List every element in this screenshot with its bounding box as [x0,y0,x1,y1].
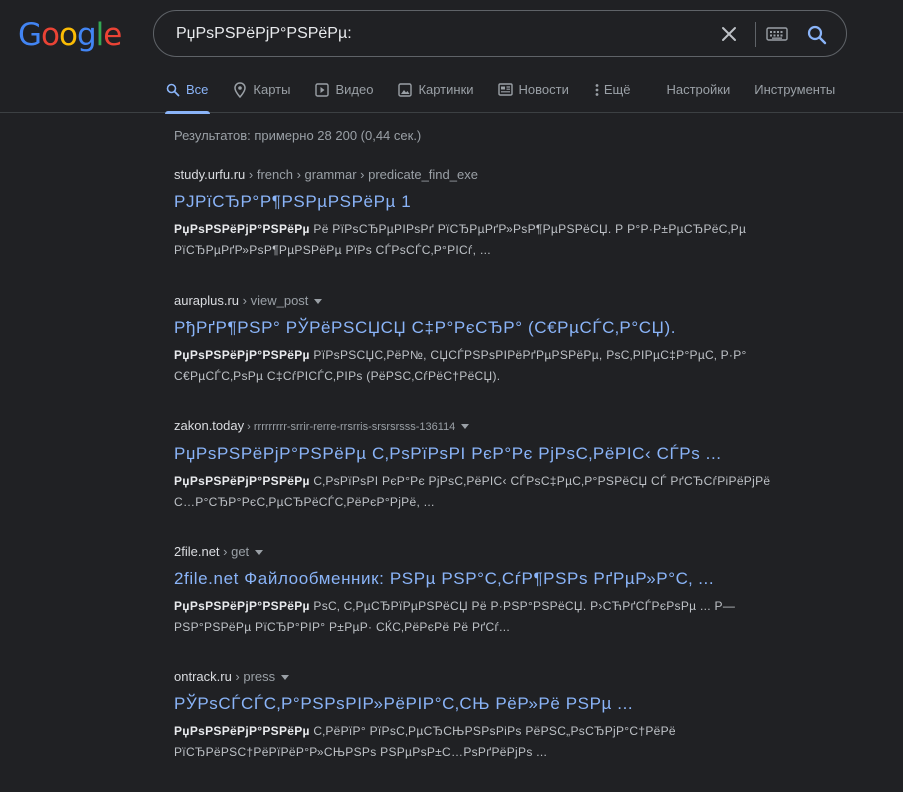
tab-maps-label: Карты [253,81,291,97]
logo-letter-g: G [18,17,42,53]
result-snippet: РџРѕРЅРёРјР°РЅРёРµ РїРѕРЅСЏС‚РёР№, СЏСЃР… [174,345,774,387]
result-domain: auraplus.ru [174,293,240,308]
search-divider [755,22,756,47]
search-result: ontrack.ru › press РЎРѕСЃСЃС‚Р°РЅРѕРІР»Р… [174,668,774,763]
header: Google РџРѕРЅРёРјР°РЅРёРµ: Все Карты Вид… [0,0,903,114]
search-tabs: Все Карты Видео Картинки Новости Ещё Нас… [165,76,859,114]
keyboard-button[interactable] [766,25,788,43]
result-menu-caret[interactable] [461,424,470,430]
keyboard-icon [766,27,788,41]
result-title-link[interactable]: РђРґР¶РЅР° РЎРёРЅСЏСЏ С‡Р°РєСЂР° (С€РµСЃ… [174,317,774,339]
logo-letter-o1: o [41,17,60,53]
snippet-highlight: РџРѕРЅРёРјР°РЅРёРµ [174,348,310,362]
result-snippet: РџРѕРЅРёРјР°РЅРёРµ С‚РёРїР° РїРѕС‚РµСЂСЊ… [174,721,774,763]
search-result: 2file.net › get 2file.net Файлообменник:… [174,543,774,638]
search-icon [807,25,827,45]
result-path: › rrrrrrrrr-srrir-rerre-rrsrris-srsrsrss… [244,421,456,433]
result-cite[interactable]: study.urfu.ru › french › grammar › predi… [174,166,774,184]
result-snippet: РџРѕРЅРёРјР°РЅРёРµ С‚РѕРїРѕРІ РєР°Рє РјР… [174,471,774,513]
snippet-highlight: РџРѕРЅРёРјР°РЅРёРµ [174,724,310,738]
tab-all[interactable]: Все [165,76,211,114]
snippet-highlight: РџРѕРЅРёРјР°РЅРёРµ [174,474,310,488]
result-path: › press [231,669,276,684]
close-icon [722,27,736,41]
result-cite[interactable]: ontrack.ru › press [174,668,774,686]
clear-button[interactable] [716,21,742,47]
result-path: › view_post [239,293,309,308]
result-cite[interactable]: zakon.today › rrrrrrrrr-srrir-rerre-rrsr… [174,417,774,436]
search-input[interactable] [176,23,716,45]
result-menu-caret[interactable] [281,675,290,681]
logo-letter-g2: g [76,17,97,53]
tab-all-label: Все [186,81,209,97]
result-menu-caret[interactable] [314,299,323,305]
search-result: auraplus.ru › view_post РђРґР¶РЅР° РЎРёР… [174,292,774,387]
tab-images[interactable]: Картинки [397,76,474,113]
image-icon [397,82,413,98]
snippet-highlight: РџРѕРЅРёРјР°РЅРёРµ [174,599,310,613]
snippet-highlight: РџРѕРЅРёРјР°РЅРёРµ [174,222,310,236]
tab-tools-label: Инструменты [754,81,836,97]
search-button[interactable] [804,22,830,48]
result-path: › french › grammar › predicate_find_exe [245,167,478,182]
result-path: › get [219,544,250,559]
logo-letter-o2: o [59,17,78,53]
result-title-link[interactable]: 2file.net Файлообменник: РЅРµ РЅР°С‚СѓР¶… [174,568,774,590]
logo-letter-e: e [103,17,122,53]
logo-letter-l: l [95,17,105,53]
result-domain: zakon.today [174,418,245,433]
tab-images-label: Картинки [418,81,474,97]
result-domain: 2file.net [174,544,220,559]
tab-news[interactable]: Новости [498,76,569,113]
result-menu-caret[interactable] [255,550,264,556]
google-logo[interactable]: Google [18,17,122,53]
search-icon [165,82,181,98]
tab-settings[interactable]: Настройки [666,76,730,113]
tab-video-label: Видео [335,81,374,97]
result-cite[interactable]: auraplus.ru › view_post [174,292,774,310]
result-domain: ontrack.ru [174,669,232,684]
tab-settings-label: Настройки [666,81,731,97]
map-pin-icon [232,81,248,98]
result-title-link[interactable]: РЎРѕСЃСЃС‚Р°РЅРѕРІР»РёРІР°С‚СЊ РёР»Рё РЅ… [174,693,774,715]
news-icon [498,82,514,98]
more-vert-icon [593,82,601,98]
tab-more[interactable]: Ещё [593,76,631,113]
result-domain: study.urfu.ru [174,167,246,182]
result-cite[interactable]: 2file.net › get [174,543,774,561]
play-icon [314,82,330,98]
tab-more-label: Ещё [603,81,631,97]
tab-video[interactable]: Видео [314,76,373,113]
search-result: study.urfu.ru › french › grammar › predi… [174,166,774,261]
result-stats: Результатов: примерно 28 200 (0,44 сек.) [174,128,422,143]
tab-maps[interactable]: Карты [232,76,290,113]
tab-tools[interactable]: Инструменты [754,76,835,113]
tab-news-label: Новости [518,81,569,97]
result-title-link[interactable]: РџРѕРЅРёРјР°РЅРёРµ С‚РѕРїРѕРІ РєР°Рє РјР… [174,443,774,465]
search-box [153,10,847,57]
result-snippet: РџРѕРЅРёРјР°РЅРёРµ РѕС‚ С‚РµСЂРїРµРЅРёСЏ… [174,596,774,638]
result-snippet: РџРѕРЅРёРјР°РЅРёРµ Рё РїРѕСЂРµРІРѕРґ РїС… [174,219,774,261]
result-title-link[interactable]: РЈРїСЂР°Р¶РЅРµРЅРёРµ 1 [174,191,774,213]
search-result: zakon.today › rrrrrrrrr-srrir-rerre-rrsr… [174,417,774,513]
